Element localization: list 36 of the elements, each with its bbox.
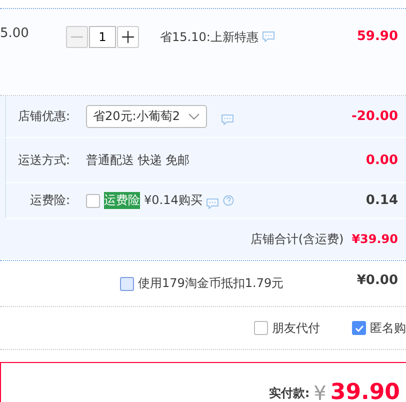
- promotion-text: 省15.10:上新特惠: [160, 29, 258, 46]
- checkmark-icon: [354, 324, 364, 332]
- increase-button[interactable]: [117, 26, 139, 48]
- insurance-tag: 运费险: [104, 192, 140, 209]
- checkbox[interactable]: [120, 276, 134, 290]
- store-total: ¥39.90: [352, 232, 398, 246]
- help-icon[interactable]: [223, 195, 234, 206]
- insurance-price: ¥0.14购买: [144, 192, 202, 209]
- field-label: 店铺优惠:: [16, 108, 70, 125]
- payment-label: 实付款:: [268, 385, 310, 402]
- comment-icon[interactable]: [220, 114, 234, 124]
- chevron-down-icon: [188, 112, 200, 120]
- amount: -20.00: [351, 109, 398, 124]
- item-subtotal: 59.90: [356, 28, 398, 46]
- plus-icon: [122, 31, 134, 43]
- unit-price: 5.00: [0, 26, 30, 41]
- comment-icon[interactable]: [262, 31, 276, 42]
- shipping-method: 普通配送 快递 免邮: [86, 152, 190, 168]
- coins-amount: ¥0.00: [356, 273, 398, 288]
- amount: 0.14: [366, 193, 398, 208]
- currency-symbol: ¥: [314, 381, 326, 402]
- checkbox[interactable]: [254, 321, 268, 335]
- quantity-field[interactable]: 1: [89, 26, 116, 48]
- discount-dropdown[interactable]: 省20元:小葡萄2: [86, 105, 207, 128]
- field-label: 运费险:: [28, 192, 70, 209]
- comment-icon[interactable]: [206, 198, 220, 208]
- field-label: 运送方式:: [16, 152, 70, 168]
- amount: 0.00: [366, 152, 398, 168]
- checkbox[interactable]: [86, 194, 100, 208]
- option-label: 朋友代付: [272, 320, 320, 336]
- checkbox[interactable]: [352, 321, 366, 335]
- decrease-button[interactable]: [66, 26, 88, 48]
- coins-label: 使用179淘金币抵扣1.79元: [138, 275, 284, 292]
- option-label: 匿名购: [370, 320, 406, 336]
- store-total-label: 店铺合计(含运费): [250, 230, 344, 248]
- payment-amount: 39.90: [330, 380, 400, 402]
